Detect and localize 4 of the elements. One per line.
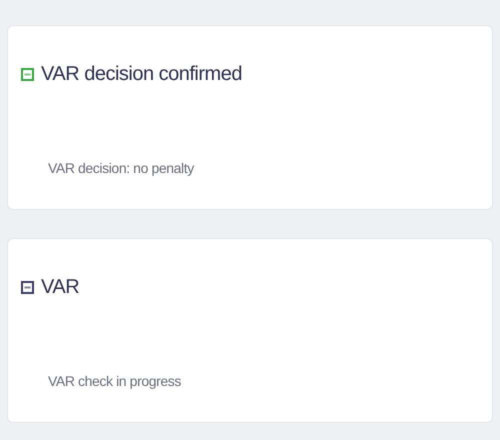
event-description: VAR check in progress [48, 372, 181, 391]
event-title: VAR [41, 275, 80, 299]
event-title: VAR decision confirmed [41, 62, 242, 86]
event-description: VAR decision: no penalty [48, 159, 194, 178]
